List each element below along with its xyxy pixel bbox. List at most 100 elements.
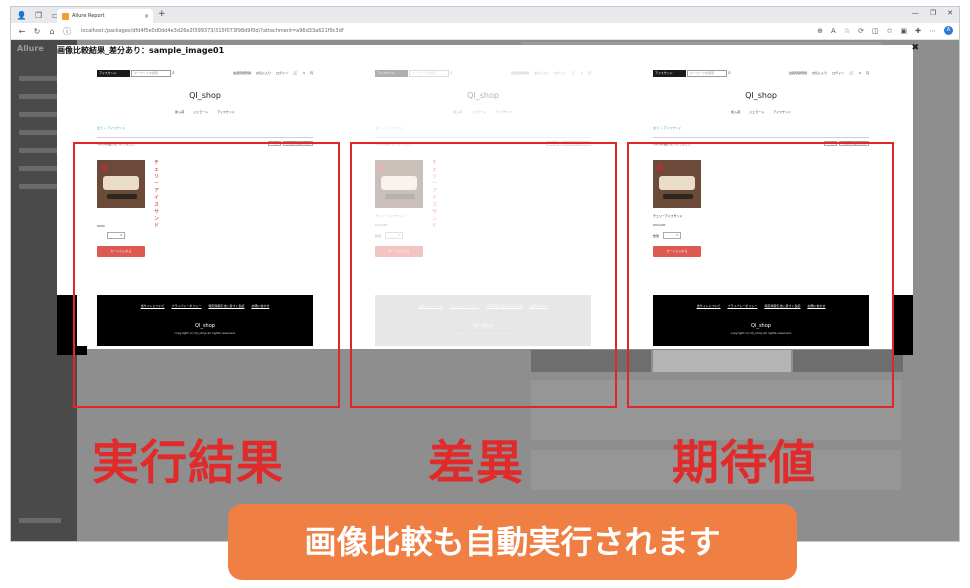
favorite-star-icon[interactable]: ☆ xyxy=(844,27,850,35)
favorites-link[interactable]: お気に入り xyxy=(812,71,827,75)
divider xyxy=(375,137,591,138)
maximize-button[interactable]: ❐ xyxy=(930,9,936,17)
highlight-box-expected xyxy=(627,142,894,408)
extensions-icon[interactable]: ✚ xyxy=(915,27,921,35)
url-field[interactable]: localhost:/packages/dfd4f5e0d0dd4e3d26e2… xyxy=(81,28,461,34)
login-link[interactable]: ログイン xyxy=(276,71,288,75)
register-link[interactable]: 会員登録登録 xyxy=(789,71,807,75)
zoom-icon[interactable]: ⊕ xyxy=(817,27,823,35)
login-link[interactable]: ログイン xyxy=(554,71,566,75)
header-links: 会員登録登録 お気に入り ログイン 🛒 0 円 xyxy=(789,70,869,75)
cart-icon[interactable]: 🛒 xyxy=(849,70,854,75)
menu-new[interactable]: 新入荷 xyxy=(731,110,740,114)
search-icon[interactable]: ⌕ xyxy=(728,70,731,76)
menu-icesand[interactable]: アイスサンド xyxy=(217,110,235,114)
favorites-link[interactable]: お気に入り xyxy=(534,71,549,75)
sidebar-item xyxy=(19,148,61,153)
shop-title[interactable]: QI_shop xyxy=(77,91,333,100)
breadcrumb[interactable]: 全て > アイスサンド xyxy=(653,126,681,130)
cart-icon[interactable]: 🛒 xyxy=(571,70,576,75)
header-links: 会員登録登録 お気に入り ログイン 🛒 0 円 xyxy=(511,70,591,75)
home-icon[interactable]: ⌂ xyxy=(48,27,56,36)
sidebar-item xyxy=(19,76,61,81)
category-select[interactable]: アイスサンド xyxy=(375,70,408,77)
highlight-box-diff xyxy=(350,142,617,408)
favorites-link[interactable]: お気に入り xyxy=(256,71,271,75)
search-input[interactable]: キーワードを検索 xyxy=(409,70,449,77)
cart-currency: 円 xyxy=(309,70,313,75)
shop-menu: 新入荷 ジェラート アイスサンド xyxy=(355,110,611,114)
register-link[interactable]: 会員登録登録 xyxy=(233,71,251,75)
info-icon: ⓘ xyxy=(63,26,71,36)
highlight-box-actual xyxy=(73,142,340,408)
tab-close-icon[interactable]: × xyxy=(144,13,149,20)
address-bar: ← ↻ ⌂ ⓘ localhost:/packages/dfd4f5e0d0dd… xyxy=(11,23,959,40)
banner-auto-compare: 画像比較も自動実行されます xyxy=(228,504,797,580)
refresh-icon[interactable]: ⟳ xyxy=(858,27,864,35)
breadcrumb[interactable]: 全て > アイスサンド xyxy=(97,126,125,130)
menu-new[interactable]: 新入荷 xyxy=(175,110,184,114)
search-input[interactable]: キーワードを検索 xyxy=(131,70,171,77)
shop-title[interactable]: QI_shop xyxy=(355,91,611,100)
back-icon[interactable]: ← xyxy=(18,27,26,36)
sidebar-item xyxy=(19,518,61,523)
sidebar-item xyxy=(19,112,61,117)
reload-icon[interactable]: ↻ xyxy=(33,27,41,36)
login-link[interactable]: ログイン xyxy=(832,71,844,75)
cart-count: 0 xyxy=(859,70,861,75)
caption-diff: 差異 xyxy=(428,436,524,491)
collections-icon[interactable]: ▣ xyxy=(901,27,908,35)
menu-gelato[interactable]: ジェラート xyxy=(749,110,764,114)
divider xyxy=(97,137,313,138)
shop-header: アイスサンド キーワードを検索 ⌕ 会員登録登録 お気に入り ログイン 🛒 0 … xyxy=(97,70,313,78)
split-screen-icon[interactable]: ◫ xyxy=(872,27,879,35)
breadcrumb[interactable]: 全て > アイスサンド xyxy=(375,126,403,130)
cart-count: 0 xyxy=(303,70,305,75)
shop-header: アイスサンド キーワードを検索 ⌕ 会員登録登録 お気に入り ログイン 🛒 0 … xyxy=(375,70,591,78)
allure-logo: Allure xyxy=(17,44,44,53)
browser-tab-allure[interactable]: Allure Report × xyxy=(57,9,153,23)
profile-avatar[interactable]: A xyxy=(944,26,953,35)
menu-icesand[interactable]: アイスサンド xyxy=(495,110,513,114)
cart-currency: 円 xyxy=(865,70,869,75)
cart-currency: 円 xyxy=(587,70,591,75)
sidebar-item xyxy=(19,130,61,135)
shop-menu: 新入荷 ジェラート アイスサンド xyxy=(633,110,889,114)
category-select[interactable]: アイスサンド xyxy=(653,70,686,77)
menu-gelato[interactable]: ジェラート xyxy=(471,110,486,114)
footer-edge-bar xyxy=(893,295,913,355)
screenshot-stage: 👤 ❐ ▭ Allure Report × + — ❐ ✕ ← ↻ ⌂ ⓘ lo… xyxy=(0,0,970,588)
header-links: 会員登録登録 お気に入り ログイン 🛒 0 円 xyxy=(233,70,313,75)
more-menu-icon[interactable]: ⋯ xyxy=(929,27,936,35)
minimize-button[interactable]: — xyxy=(912,9,919,17)
search-icon[interactable]: ⌕ xyxy=(450,70,453,76)
menu-new[interactable]: 新入荷 xyxy=(453,110,462,114)
read-aloud-icon[interactable]: A xyxy=(831,27,836,35)
modal-close-icon[interactable]: ✖ xyxy=(911,43,919,53)
sidebar-item xyxy=(19,184,61,189)
caption-expected: 期待値 xyxy=(672,436,816,491)
tab-actions-icon[interactable]: ❐ xyxy=(32,10,45,21)
favorites-icon[interactable]: ✩ xyxy=(887,27,893,35)
shop-title[interactable]: QI_shop xyxy=(633,91,889,100)
menu-gelato[interactable]: ジェラート xyxy=(193,110,208,114)
sidebar-item xyxy=(19,166,61,171)
tab-title: Allure Report xyxy=(72,13,105,19)
search-icon[interactable]: ⌕ xyxy=(172,70,175,76)
shop-menu: 新入荷 ジェラート アイスサンド xyxy=(77,110,333,114)
new-tab-button[interactable]: + xyxy=(158,9,166,19)
browser-titlebar: 👤 ❐ ▭ Allure Report × + — ❐ ✕ xyxy=(11,7,959,23)
caption-actual: 実行結果 xyxy=(92,436,284,491)
window-controls: — ❐ ✕ xyxy=(912,9,953,17)
sidebar-item xyxy=(19,94,61,99)
cart-icon[interactable]: 🛒 xyxy=(293,70,298,75)
allure-favicon-icon xyxy=(62,12,69,20)
browser-toolbar-right: ⊕ A ☆ ⟳ ◫ ✩ ▣ ✚ ⋯ A xyxy=(817,26,953,35)
close-window-button[interactable]: ✕ xyxy=(947,9,953,17)
menu-icesand[interactable]: アイスサンド xyxy=(773,110,791,114)
search-input[interactable]: キーワードを検索 xyxy=(687,70,727,77)
category-select[interactable]: アイスサンド xyxy=(97,70,130,77)
shop-header: アイスサンド キーワードを検索 ⌕ 会員登録登録 お気に入り ログイン 🛒 0 … xyxy=(653,70,869,78)
register-link[interactable]: 会員登録登録 xyxy=(511,71,529,75)
profile-icon[interactable]: 👤 xyxy=(15,10,28,21)
